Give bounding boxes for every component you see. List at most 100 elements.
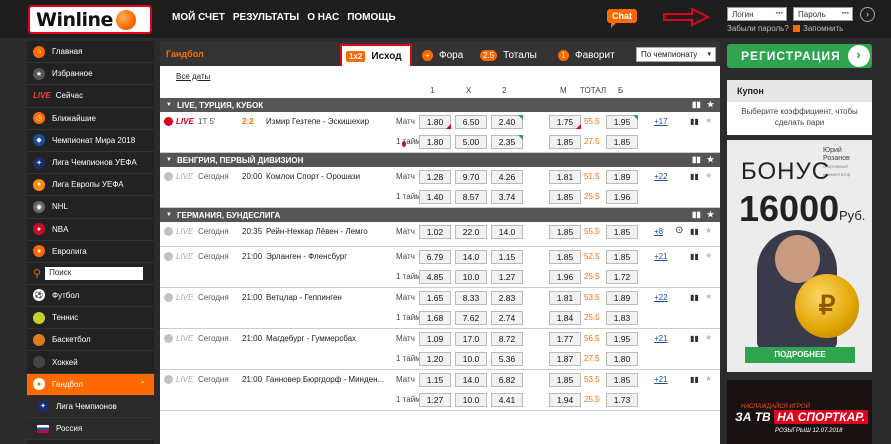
odd-over-button[interactable]: 1.85 [606,373,638,387]
forgot-password-link[interactable]: Забыли пароль? [727,24,789,33]
odd-1-button[interactable]: 1.27 [419,393,451,407]
odd-2-button[interactable]: 1.27 [491,270,523,284]
odd-1-button[interactable]: 1.68 [419,311,451,325]
star-icon[interactable]: ★ [707,155,714,164]
odd-over-button[interactable]: 1.85 [606,225,638,239]
nav-about[interactable]: О НАС [307,12,339,23]
odd-x-button[interactable]: 5.00 [455,135,487,149]
star-icon[interactable]: ★ [705,226,712,235]
sidebar-item-upcoming[interactable]: ◷ Ближайшие [27,108,154,130]
league-header[interactable]: ▼ ГЕРМАНИЯ, БУНДЕСЛИГА ▮▮ ★ [160,208,720,222]
bonus-banner[interactable]: Юрий Розанов спортивный комментатор БОНУ… [727,140,872,372]
sidebar-item-russia[interactable]: Россия [27,418,154,441]
odd-under-button[interactable]: 1.81 [549,291,581,305]
odd-2-button[interactable]: 2.83 [491,291,523,305]
stats-bars-icon[interactable]: ▮▮ [690,375,699,384]
odd-x-button[interactable]: 10.0 [455,393,487,407]
odd-2-button[interactable]: 6.82 [491,373,523,387]
winline-logo[interactable]: Winline [28,5,152,34]
sidebar-item-live-now[interactable]: LIVE Сейчас [27,85,154,108]
odd-2-button[interactable]: 2.40 [491,115,523,129]
match-teams[interactable]: Магдебург - Гуммерсбах [266,334,356,343]
sidebar-item-ucl[interactable]: ✦ Лига Чемпионов УЕФА [27,152,154,175]
odd-under-button[interactable]: 1.85 [549,135,581,149]
league-header[interactable]: ▼ ВЕНГРИЯ, ПЕРВЫЙ ДИВИЗИОН ▮▮ ★ [160,153,720,167]
star-icon[interactable]: ★ [705,171,712,180]
odd-1-button[interactable]: 1.65 [419,291,451,305]
odd-x-button[interactable]: 17.0 [455,332,487,346]
odd-1-button[interactable]: 1.80 [419,135,451,149]
password-input[interactable]: Пароль ▪▪▪ [793,7,853,21]
star-icon[interactable]: ★ [707,210,714,219]
stats-bars-icon[interactable]: ▮▮ [692,100,701,109]
tab-totals[interactable]: 2.5 Тоталы [480,44,537,66]
odd-x-button[interactable]: 10.0 [455,270,487,284]
odd-under-button[interactable]: 1.96 [549,270,581,284]
odd-over-button[interactable]: 1.73 [606,393,638,407]
match-teams[interactable]: Комлои Спорт - Орошази [266,172,360,181]
odd-x-button[interactable]: 14.0 [455,250,487,264]
odd-1-button[interactable]: 1.09 [419,332,451,346]
stats-bars-icon[interactable]: ▮▮ [690,334,699,343]
odd-under-button[interactable]: 1.85 [549,373,581,387]
tab-favorite[interactable]: 1 Фаворит [558,44,615,66]
odd-under-button[interactable]: 1.87 [549,352,581,366]
league-header[interactable]: ▼ LIVE, ТУРЦИЯ, КУБОК ▮▮ ★ [160,98,720,112]
odd-under-button[interactable]: 1.85 [549,225,581,239]
odd-2-button[interactable]: 14.0 [491,225,523,239]
odd-2-button[interactable]: 1.15 [491,250,523,264]
match-teams[interactable]: Измир Гезтепе - Эскишехир [266,117,369,126]
odd-x-button[interactable]: 7.62 [455,311,487,325]
odd-over-button[interactable]: 1.85 [606,250,638,264]
odd-over-button[interactable]: 1.80 [606,352,638,366]
odd-x-button[interactable]: 9.70 [455,170,487,184]
star-icon[interactable]: ★ [705,374,712,383]
sidebar-item-nba[interactable]: ● NBA [27,219,154,241]
stats-bars-icon[interactable]: ▮▮ [690,117,699,126]
more-markets-link[interactable]: +22 [654,172,668,181]
sort-select[interactable]: По чемпионату ▾ [636,47,716,62]
nav-my-account[interactable]: МОЙ СЧЕТ [172,12,225,23]
match-teams[interactable]: Эрланген - Фленсбург [266,252,347,261]
search-input[interactable]: Поиск [45,266,144,280]
odd-1-button[interactable]: 1.15 [419,373,451,387]
odd-over-button[interactable]: 1.95 [606,332,638,346]
sidebar-item-home[interactable]: ⌂ Главная [27,41,154,64]
match-teams[interactable]: Ганновер Бюргдорф - Минден... [266,375,384,384]
odd-1-button[interactable]: 1.40 [419,190,451,204]
odd-1-button[interactable]: 1.20 [419,352,451,366]
odd-2-button[interactable]: 5.36 [491,352,523,366]
odd-x-button[interactable]: 14.0 [455,373,487,387]
more-markets-link[interactable]: +21 [654,252,668,261]
sidebar-item-tennis[interactable]: Теннис [27,307,154,330]
odd-x-button[interactable]: 10.0 [455,352,487,366]
banner-more-button[interactable]: ПОДРОБНЕЕ [745,347,855,363]
odd-under-button[interactable]: 1.84 [549,311,581,325]
stats-bars-icon[interactable]: ▮▮ [692,210,701,219]
tab-outcome[interactable]: 1x2 Исход [340,44,412,66]
odd-over-button[interactable]: 1.89 [606,170,638,184]
odd-under-button[interactable]: 1.85 [549,190,581,204]
more-markets-link[interactable]: +21 [654,375,668,384]
odd-under-button[interactable]: 1.94 [549,393,581,407]
all-dates-link[interactable]: Все даты [176,72,210,81]
login-input[interactable]: Логин ▪▪▪ [727,7,787,21]
sidebar-item-hockey[interactable]: Хоккей [27,351,154,374]
stats-bars-icon[interactable]: ▮▮ [690,172,699,181]
tab-handicap[interactable]: + Фора [422,44,463,66]
match-teams[interactable]: Рейн-Неккар Лёвен - Лемго [266,227,368,236]
odd-1-button[interactable]: 1.28 [419,170,451,184]
sidebar-item-handball[interactable]: ● Гандбол ⌃ [27,373,154,396]
register-button[interactable]: РЕГИСТРАЦИЯ › [727,44,872,68]
nav-help[interactable]: ПОМОЩЬ [347,12,395,23]
remember-me-checkbox[interactable]: Запомнить [793,24,843,33]
odd-x-button[interactable]: 8.57 [455,190,487,204]
promo-banner-sportcar[interactable]: НАСЛАЖДАЙСЯ ИГРОЙ ЗА ТВ НА СПОРТКАР. РОЗ… [727,380,872,444]
odd-2-button[interactable]: 2.35 [491,135,523,149]
odd-2-button[interactable]: 2.74 [491,311,523,325]
match-teams[interactable]: Ветцлар - Геппинген [266,293,342,302]
odd-x-button[interactable]: 6.50 [455,115,487,129]
sidebar-item-world-cup[interactable]: ◆ Чемпионат Мира 2018 [27,130,154,152]
odd-under-button[interactable]: 1.81 [549,170,581,184]
chat-button[interactable]: Chat [607,9,637,28]
